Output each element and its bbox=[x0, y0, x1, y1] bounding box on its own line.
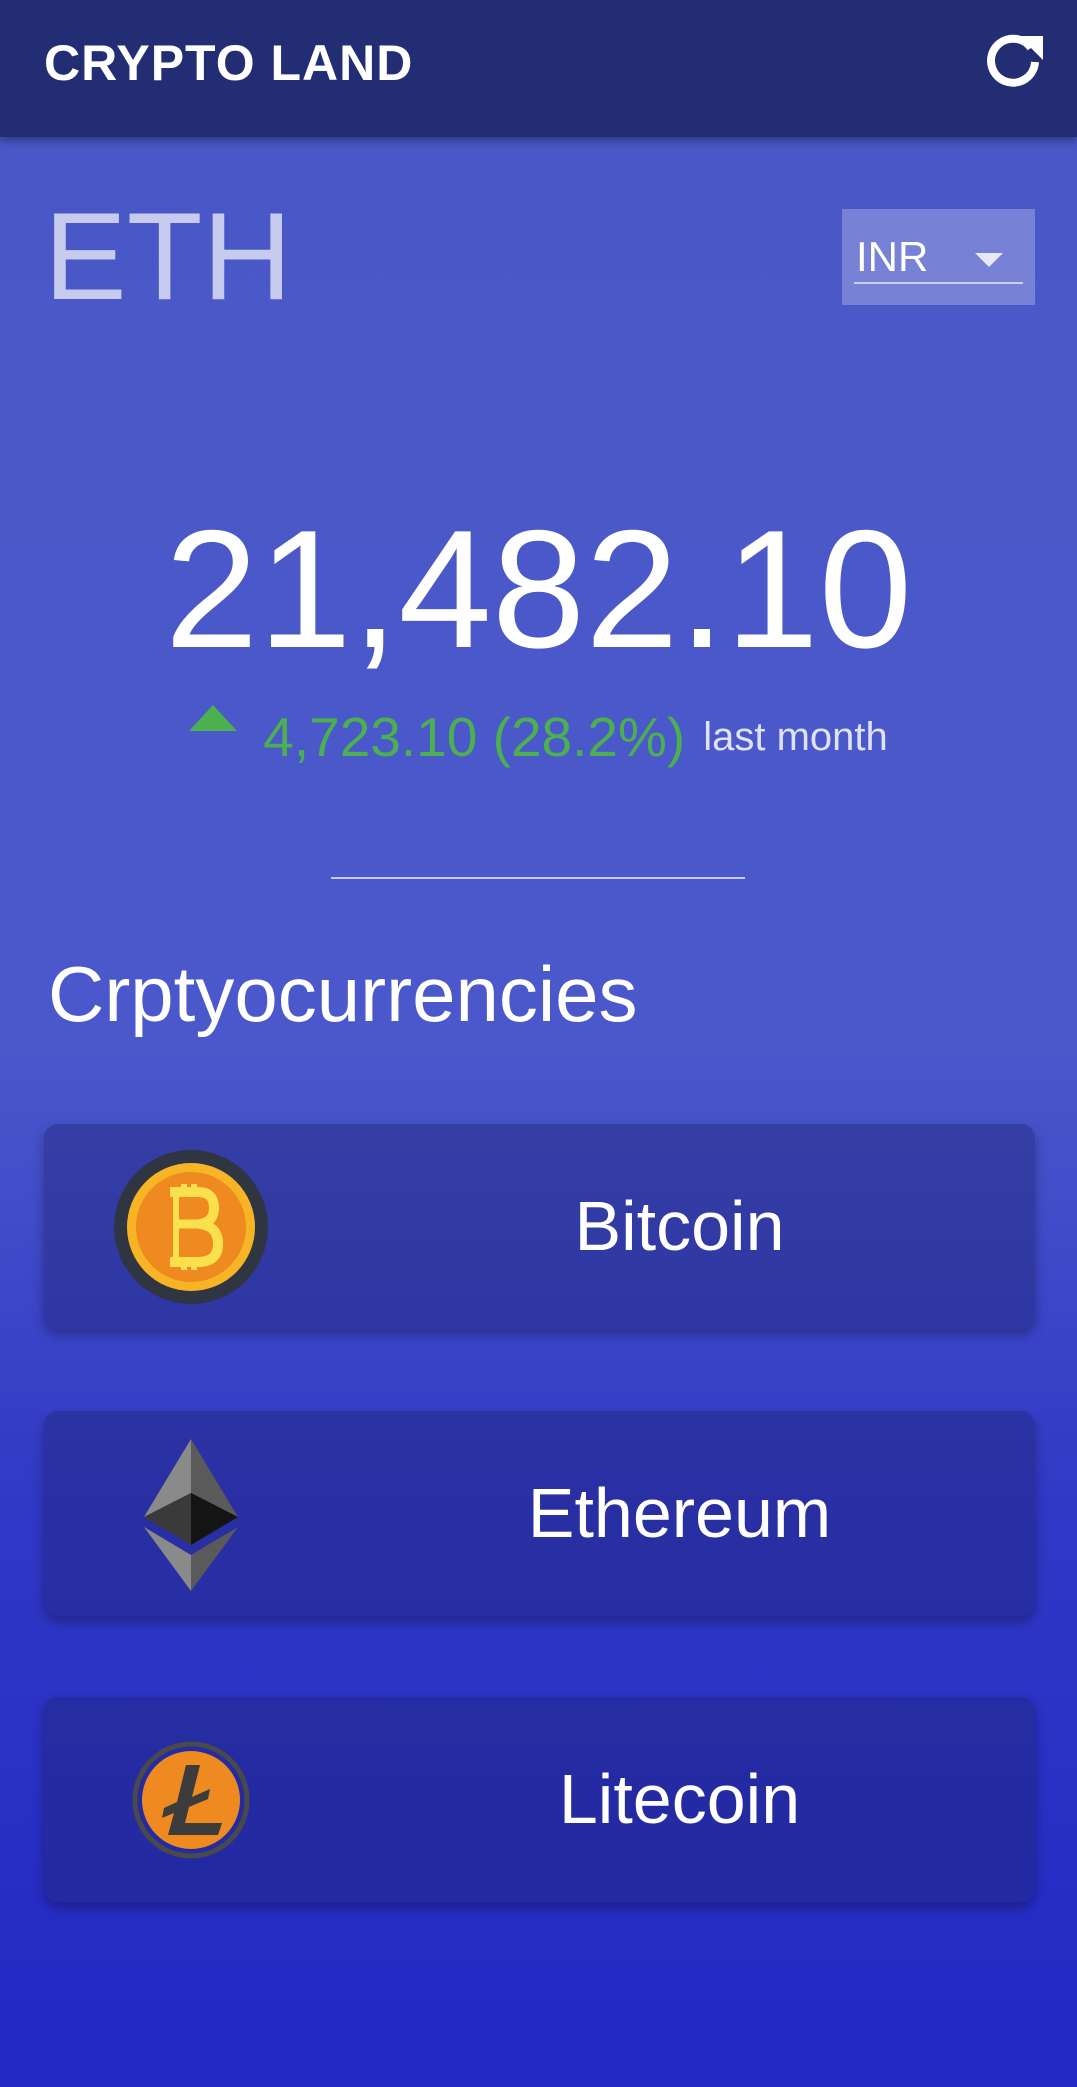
litecoin-icon bbox=[132, 1741, 250, 1859]
coin-card-bitcoin[interactable]: Bitcoin bbox=[44, 1124, 1035, 1329]
dropdown-underline bbox=[854, 282, 1023, 284]
coin-card-litecoin[interactable]: Litecoin bbox=[44, 1697, 1035, 1902]
bitcoin-icon bbox=[114, 1150, 268, 1304]
ethereum-icon bbox=[144, 1439, 238, 1591]
arrow-up-icon bbox=[189, 705, 238, 732]
coin-card-ethereum[interactable]: Ethereum bbox=[44, 1411, 1035, 1616]
refresh-icon bbox=[987, 34, 1043, 87]
currency-value: INR bbox=[856, 233, 929, 280]
price-change-value: 4,723.10 (28.2%) bbox=[263, 706, 686, 768]
app-bar: CRYPTO LAND bbox=[0, 0, 1077, 137]
coin-name: Bitcoin bbox=[574, 1187, 785, 1265]
coin-name: Ethereum bbox=[527, 1474, 832, 1552]
chevron-down-icon bbox=[975, 253, 1003, 267]
price-display: 21,482.10 bbox=[164, 495, 913, 683]
app-title: CRYPTO LAND bbox=[44, 35, 414, 91]
selected-coin-symbol: ETH bbox=[44, 188, 292, 326]
coin-name: Litecoin bbox=[558, 1760, 801, 1838]
price-change-period: last month bbox=[703, 714, 888, 759]
divider bbox=[331, 877, 745, 879]
refresh-button[interactable] bbox=[981, 30, 1045, 94]
section-title: Crptyocurrencies bbox=[48, 950, 638, 1038]
currency-dropdown[interactable]: INR bbox=[842, 209, 1035, 305]
price-change-row: 4,723.10 (28.2%) last month bbox=[0, 705, 1077, 769]
